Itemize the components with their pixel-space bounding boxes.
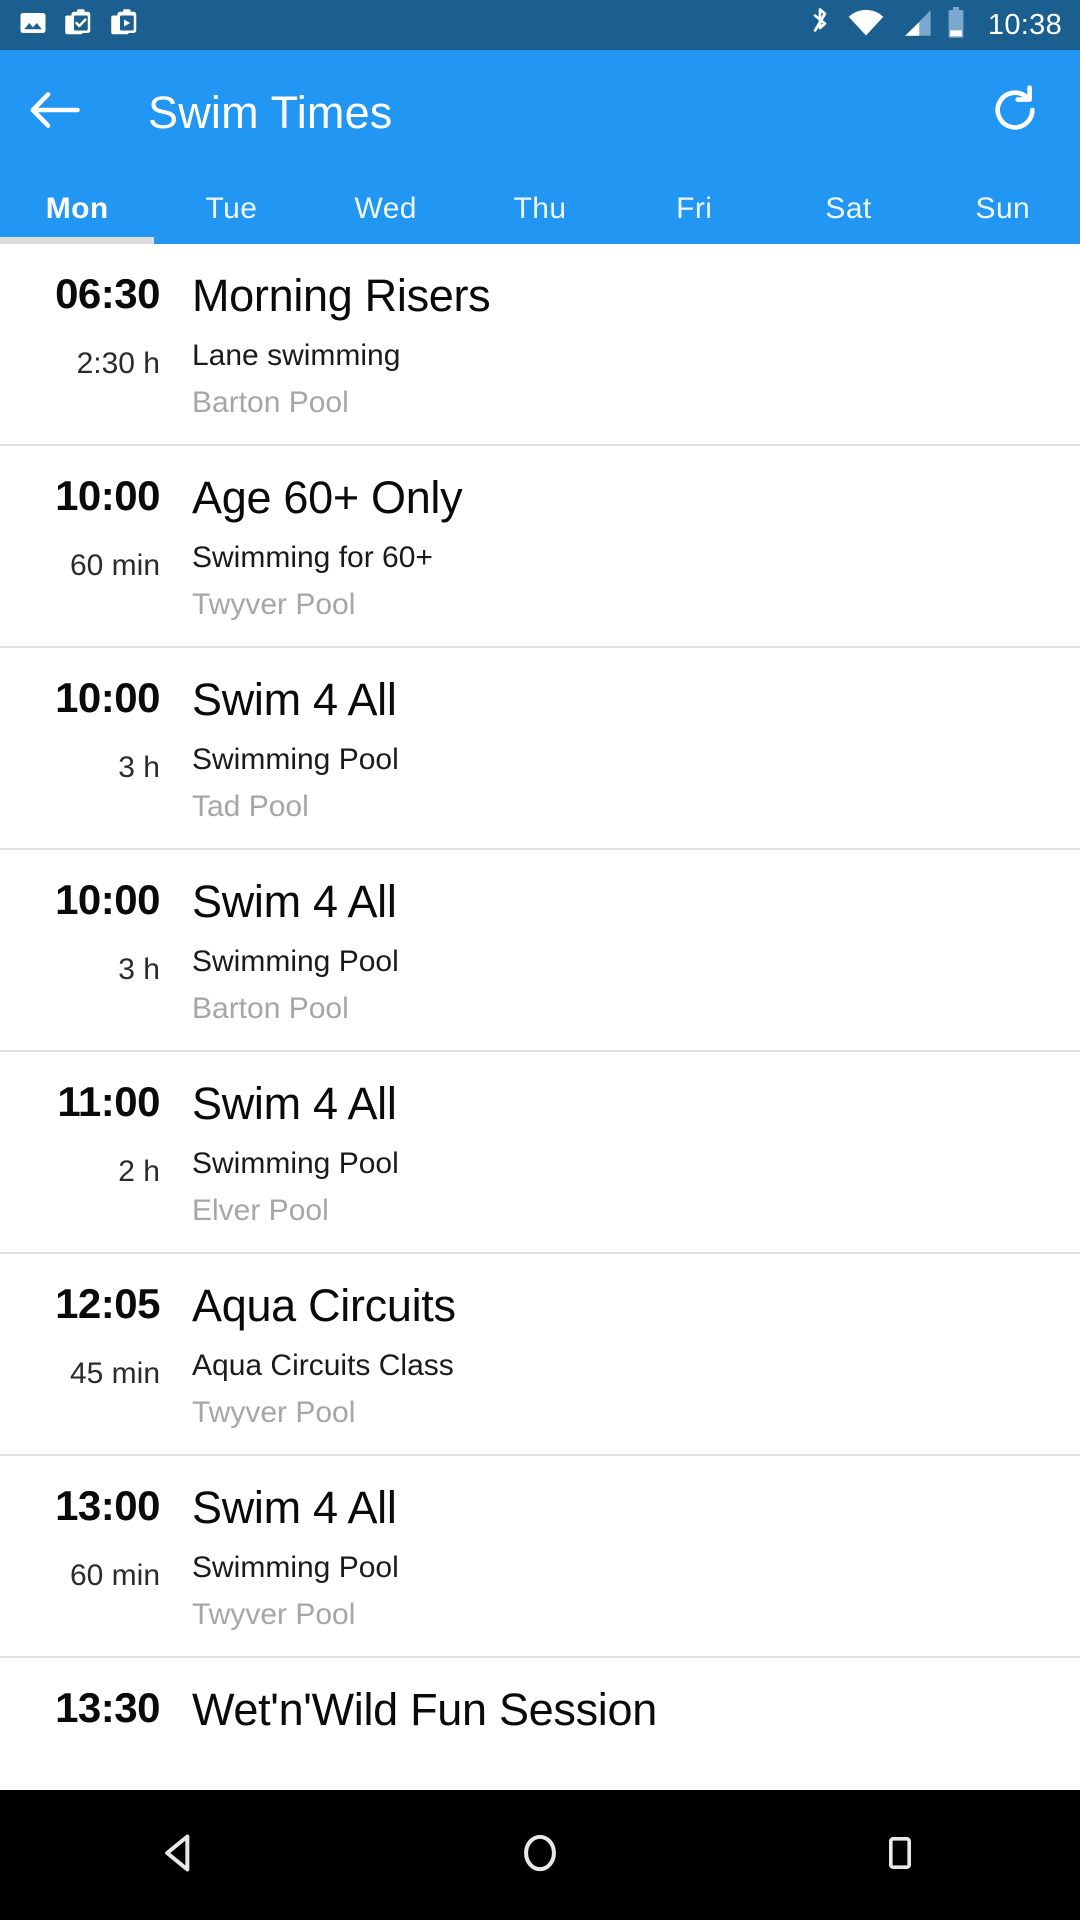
clipboard-play-icon [110,8,140,43]
session-row[interactable]: 10:00 60 min Age 60+ Only Swimming for 60+ T… [0,446,1080,648]
session-duration: 45 min [69,1357,160,1391]
back-arrow-icon [29,88,81,137]
session-subtitle: Swimming Pool [192,945,399,979]
session-venue: Elver Pool [192,1194,329,1228]
session-venue: Twyver Pool [192,1396,356,1430]
nav-back-triangle-icon [158,1831,202,1880]
session-duration: 2:30 h [76,347,160,381]
session-duration: 60 min [69,549,160,583]
back-button[interactable] [0,50,110,175]
battery-icon [946,6,966,44]
session-title: Swim 4 All [192,1078,397,1129]
tab-sun[interactable]: Sun [926,175,1080,243]
session-start-time: 12:05 [55,1280,160,1327]
session-venue: Tad Pool [192,790,309,824]
session-detail-column: Aqua Circuits Aqua Circuits Class Twyver P… [160,1280,456,1430]
session-venue: Barton Pool [192,386,349,420]
session-venue: Barton Pool [192,992,349,1026]
session-duration: 60 min [69,1559,160,1593]
session-time-column: 10:00 3 h [0,876,160,987]
wifi-icon [848,8,884,43]
status-bar-left-icons [18,8,140,43]
session-time-column: 13:00 60 min [0,1482,160,1593]
status-bar-clock: 10:38 [987,8,1062,41]
tab-sat[interactable]: Sat [771,175,925,243]
session-duration: 2 h [118,1155,160,1189]
session-title: Swim 4 All [192,674,397,725]
app-bar: Swim Times [0,50,1080,175]
session-detail-column: Swim 4 All Swimming Pool Tad Pool [160,674,399,824]
cellular-signal-icon [898,8,932,43]
session-subtitle: Swimming Pool [192,1147,399,1181]
session-start-time: 13:00 [55,1482,160,1529]
session-list[interactable]: 06:30 2:30 h Morning Risers Lane swimming Ba… [0,244,1080,1820]
day-tab-bar: Mon Tue Wed Thu Fri Sat Sun [0,175,1080,243]
session-row[interactable]: 13:00 60 min Swim 4 All Swimming Pool Twyver… [0,1456,1080,1658]
session-subtitle: Aqua Circuits Class [192,1349,454,1383]
session-time-column: 10:00 60 min [0,472,160,583]
session-row[interactable]: 10:00 3 h Swim 4 All Swimming Pool Tad Pool [0,648,1080,850]
tab-fri[interactable]: Fri [617,175,771,243]
session-time-column: 12:05 45 min [0,1280,160,1391]
bluetooth-icon [806,7,834,44]
nav-home-circle-icon [518,1831,562,1880]
session-title: Swim 4 All [192,876,397,927]
nav-recents-square-icon [880,1833,920,1878]
session-time-column: 13:30 [0,1684,160,1731]
session-row[interactable]: 11:00 2 h Swim 4 All Swimming Pool Elver Poo… [0,1052,1080,1254]
session-start-time: 13:30 [55,1684,160,1731]
session-start-time: 10:00 [55,472,160,519]
session-row[interactable]: 12:05 45 min Aqua Circuits Aqua Circuits Cl… [0,1254,1080,1456]
refresh-button[interactable] [950,50,1080,175]
session-subtitle: Swimming Pool [192,1551,399,1585]
clipboard-check-icon [64,8,94,43]
session-detail-column: Wet'n'Wild Fun Session [160,1684,657,1735]
session-time-column: 06:30 2:30 h [0,270,160,381]
session-detail-column: Morning Risers Lane swimming Barton Pool [160,270,491,420]
tab-thu[interactable]: Thu [463,175,617,243]
tab-tue[interactable]: Tue [154,175,308,243]
tab-active-indicator [0,237,154,244]
status-bar: 10:38 [0,0,1080,50]
session-title: Age 60+ Only [192,472,463,523]
page-title: Swim Times [148,86,393,138]
session-duration: 3 h [118,953,160,987]
session-title: Morning Risers [192,270,491,321]
nav-back-button[interactable] [90,1790,270,1920]
session-detail-column: Swim 4 All Swimming Pool Twyver Pool [160,1482,399,1632]
tab-mon[interactable]: Mon [0,175,154,243]
session-detail-column: Swim 4 All Swimming Pool Elver Pool [160,1078,399,1228]
session-start-time: 10:00 [55,876,160,923]
session-row[interactable]: 06:30 2:30 h Morning Risers Lane swimming Ba… [0,244,1080,446]
session-detail-column: Swim 4 All Swimming Pool Barton Pool [160,876,399,1026]
session-start-time: 06:30 [55,270,160,317]
session-subtitle: Lane swimming [192,339,401,373]
session-start-time: 10:00 [55,674,160,721]
nav-home-button[interactable] [450,1790,630,1920]
tab-underline-track [0,237,1080,244]
session-subtitle: Swimming Pool [192,743,399,777]
session-duration: 3 h [118,751,160,785]
tab-wed[interactable]: Wed [309,175,463,243]
image-icon [18,8,48,43]
phone-screen: 10:38 Swim Times Mon Tue Wed Thu Fri Sat Sun 0… [0,0,1080,1920]
session-title: Swim 4 All [192,1482,397,1533]
session-time-column: 10:00 3 h [0,674,160,785]
refresh-icon [990,85,1040,140]
session-time-column: 11:00 2 h [0,1078,160,1189]
nav-recents-button[interactable] [810,1790,990,1920]
session-subtitle: Swimming for 60+ [192,541,433,575]
session-title: Aqua Circuits [192,1280,456,1331]
session-title: Wet'n'Wild Fun Session [192,1684,657,1735]
session-row[interactable]: 10:00 3 h Swim 4 All Swimming Pool Barton Po… [0,850,1080,1052]
session-detail-column: Age 60+ Only Swimming for 60+ Twyver Pool [160,472,463,622]
session-venue: Twyver Pool [192,588,356,622]
session-start-time: 11:00 [57,1078,160,1125]
android-navigation-bar [0,1790,1080,1920]
session-venue: Twyver Pool [192,1598,356,1632]
status-bar-right-icons: 10:38 [806,6,1062,44]
